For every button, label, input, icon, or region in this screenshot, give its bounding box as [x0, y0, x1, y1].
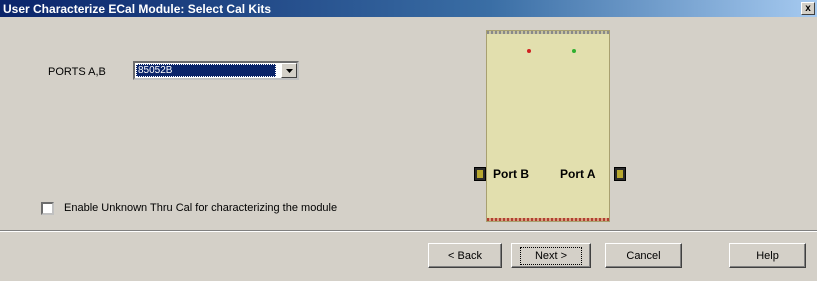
help-button-label: Help: [756, 249, 779, 262]
red-led-icon: [527, 49, 531, 53]
chevron-down-icon: [285, 68, 293, 73]
combo-dropdown-button[interactable]: [281, 63, 297, 78]
dialog-title: User Characterize ECal Module: Select Ca…: [3, 1, 272, 16]
unknown-thru-checkbox[interactable]: [41, 202, 54, 215]
close-button[interactable]: x: [801, 2, 815, 15]
help-button[interactable]: Help: [729, 243, 806, 268]
unknown-thru-label: Enable Unknown Thru Cal for characterizi…: [64, 202, 338, 214]
back-button[interactable]: < Back: [428, 243, 502, 268]
port-b-label: Port B: [493, 167, 529, 181]
dialog-window: User Characterize ECal Module: Select Ca…: [0, 0, 817, 281]
ports-selected-value[interactable]: 85052B: [136, 64, 276, 77]
cancel-button[interactable]: Cancel: [605, 243, 682, 268]
cancel-button-label: Cancel: [626, 249, 661, 262]
ecal-module-image: Port B Port A: [486, 30, 610, 222]
port-a-connector-icon: [614, 167, 626, 181]
ports-combobox[interactable]: 85052B: [133, 61, 299, 80]
title-bar: User Characterize ECal Module: Select Ca…: [0, 0, 817, 17]
ports-label: PORTS A,B: [48, 66, 106, 78]
port-b-connector-icon: [474, 167, 486, 181]
port-a-label: Port A: [560, 167, 596, 181]
next-button-label: Next >: [519, 246, 583, 265]
back-button-label: < Back: [448, 249, 482, 262]
green-led-icon: [572, 49, 576, 53]
next-button[interactable]: Next >: [511, 243, 591, 268]
footer-separator: [0, 230, 817, 232]
